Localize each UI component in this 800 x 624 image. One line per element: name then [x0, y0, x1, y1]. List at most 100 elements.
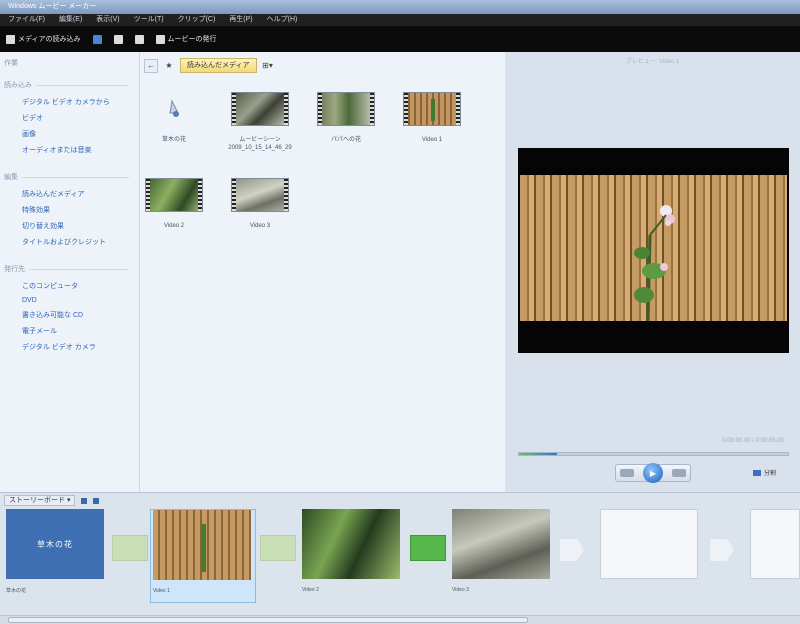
next-frame-button[interactable] — [671, 469, 686, 477]
menu-bar: ファイル(F) 編集(E) 表示(V) ツール(T) クリップ(C) 再生(P)… — [0, 14, 800, 26]
preview-monitor — [518, 148, 789, 353]
task-import-pictures[interactable]: 画像 — [4, 126, 139, 142]
undo-icon[interactable] — [92, 34, 102, 44]
storyboard-mode-dropdown[interactable]: ストーリーボード ▾ — [4, 495, 76, 506]
storyboard-item-clip[interactable]: Video 1 — [150, 509, 256, 603]
storyboard-caption: Video 2 — [302, 587, 319, 593]
storyboard-thumbnail — [153, 510, 251, 580]
task-effects[interactable]: 特殊効果 — [4, 202, 139, 218]
task-titles-credits[interactable]: タイトルおよびクレジット — [4, 234, 139, 250]
storyboard-item-empty[interactable] — [748, 509, 800, 603]
plant-shape — [201, 524, 206, 572]
preview-video-frame — [520, 175, 787, 321]
player-controls: ▶ — [615, 463, 691, 483]
import-media-label: メディアの読み込み — [18, 36, 81, 43]
task-import-audio[interactable]: オーディオまたは音楽 — [4, 142, 139, 158]
storyboard-item-clip[interactable]: Video 2 — [300, 509, 406, 603]
back-button[interactable]: ← — [144, 58, 158, 73]
empty-slot — [750, 509, 800, 579]
task-publish-dvd[interactable]: DVD — [4, 294, 139, 307]
seek-bar[interactable] — [518, 452, 789, 456]
star-icon[interactable]: ★ — [162, 59, 176, 73]
import-icon — [6, 34, 15, 44]
task-publish-cd[interactable]: 書き込み可能な CD — [4, 307, 139, 323]
storyboard-caption: Video 1 — [153, 588, 170, 594]
storyboard-item-empty[interactable] — [598, 509, 704, 603]
menu-clip[interactable]: クリップ(C) — [178, 14, 216, 26]
storyboard-item-title[interactable]: 草木の花 草木の花 — [4, 509, 110, 603]
transition-slot-arrow[interactable] — [710, 539, 734, 561]
section-publish-label: 発行先 — [4, 266, 25, 273]
media-clip[interactable]: パパへの花 — [306, 92, 386, 144]
flower-image — [634, 205, 675, 321]
play-button[interactable]: ▶ — [642, 463, 663, 483]
import-media-button[interactable]: メディアの読み込み — [6, 34, 81, 44]
task-publish-dv-camera[interactable]: デジタル ビデオ カメラ — [4, 339, 139, 355]
publish-icon — [155, 34, 165, 44]
storyboard-caption: Video 3 — [452, 587, 469, 593]
clip-label: 草木の花 — [161, 137, 186, 143]
menu-help[interactable]: ヘルプ(H) — [267, 14, 298, 26]
browser-toolbar: ← ★ 読み込んだメディア ⊞▾ — [144, 58, 275, 73]
publish-movie-button[interactable]: ムービーの発行 — [155, 34, 217, 44]
back-arrow-icon: ← — [147, 61, 155, 70]
storyboard-header: ストーリーボード ▾ — [4, 495, 100, 506]
section-import-heading[interactable]: 読み込み — [4, 80, 139, 90]
task-import-video[interactable]: ビデオ — [4, 110, 139, 126]
clip-thumbnail — [231, 92, 289, 126]
seek-progress — [519, 453, 557, 455]
storyboard-pane: ストーリーボード ▾ 草木の花 草木の花 Video 1 Video 2 Vid… — [0, 492, 800, 624]
layout-icon[interactable] — [134, 34, 144, 44]
audio-file-icon — [169, 99, 179, 117]
movie-maker-window: Windows ムービー メーカー ファイル(F) 編集(E) 表示(V) ツー… — [0, 0, 800, 624]
task-transitions[interactable]: 切り替え効果 — [4, 218, 139, 234]
zoom-out-icon[interactable] — [81, 497, 88, 504]
task-publish-email[interactable]: 電子メール — [4, 323, 139, 339]
storyboard-thumbnail — [302, 509, 400, 579]
folder-selector[interactable]: 読み込んだメディア — [180, 58, 257, 73]
redo-icon[interactable] — [113, 34, 123, 44]
media-clip[interactable]: Video 2 — [134, 178, 214, 230]
empty-slot — [600, 509, 698, 579]
clip-thumbnail — [403, 92, 461, 126]
media-clip[interactable]: Video 3 — [220, 178, 300, 230]
menu-view[interactable]: 表示(V) — [96, 14, 119, 26]
split-label: 分割 — [764, 471, 777, 477]
task-import-dv-camera[interactable]: デジタル ビデオ カメラから — [4, 94, 139, 110]
previous-frame-button[interactable] — [620, 469, 635, 477]
view-options-icon[interactable]: ⊞▾ — [261, 59, 275, 73]
storyboard-scrollbar[interactable] — [0, 615, 800, 624]
transition-slot[interactable] — [260, 535, 296, 561]
transition-slot-arrow[interactable] — [560, 539, 584, 561]
clip-thumbnail — [145, 178, 203, 212]
storyboard-caption: 草木の花 — [6, 588, 27, 594]
section-edit-heading[interactable]: 編集 — [4, 172, 139, 182]
folder-label: 読み込んだメディア — [187, 62, 250, 69]
menu-file[interactable]: ファイル(F) — [8, 14, 45, 26]
toolbar: メディアの読み込み ムービーの発行 — [0, 26, 800, 52]
task-publish-computer[interactable]: このコンピュータ — [4, 278, 139, 294]
storyboard-item-clip[interactable]: Video 3 — [450, 509, 556, 603]
split-button[interactable]: 分割 — [753, 468, 776, 477]
media-clip[interactable]: ムービーシーン 2009_10_15_14_46_29 — [220, 92, 300, 152]
clip-label: Video 1 — [421, 137, 443, 143]
media-clip[interactable]: Video 1 — [392, 92, 472, 144]
play-storyboard-icon[interactable] — [93, 497, 100, 504]
transition-applied[interactable] — [410, 535, 446, 561]
title-card: 草木の花 — [6, 509, 104, 579]
scrollbar-thumb[interactable] — [8, 617, 528, 623]
transition-slot[interactable] — [112, 535, 148, 561]
media-clip[interactable]: 草木の花 — [134, 92, 214, 144]
task-imported-media[interactable]: 読み込んだメディア — [4, 186, 139, 202]
tasks-pane: 作業 読み込み デジタル ビデオ カメラから ビデオ 画像 オーディオまたは音楽… — [0, 52, 140, 492]
clip-thumbnail — [231, 178, 289, 212]
clip-label: Video 3 — [249, 223, 271, 229]
preview-pane: プレビュー: Video 1 0:00:00.00 / 0:00:05.00 ▶… — [505, 52, 800, 492]
menu-play[interactable]: 再生(P) — [229, 14, 252, 26]
menu-edit[interactable]: 編集(E) — [59, 14, 82, 26]
menu-tools[interactable]: ツール(T) — [134, 14, 164, 26]
window-title: Windows ムービー メーカー — [8, 3, 97, 10]
audio-thumbnail — [145, 92, 203, 126]
plant-shape — [431, 99, 435, 121]
section-publish-heading[interactable]: 発行先 — [4, 264, 139, 274]
